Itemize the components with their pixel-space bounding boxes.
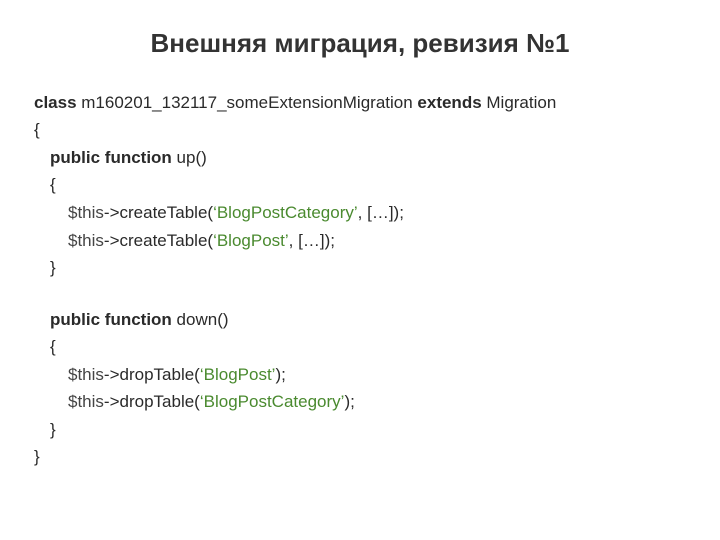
code-block: class m160201_132117_someExtensionMigrat… [34, 89, 686, 471]
blank-line [34, 282, 686, 306]
code-line: public function down() [50, 306, 686, 334]
code-line: } [50, 416, 686, 444]
code-line: { [34, 116, 686, 144]
function-name-down: down() [172, 310, 229, 329]
string-literal: ‘BlogPostCategory’ [213, 203, 358, 222]
code-line: { [50, 171, 686, 199]
rest-args: , […]); [289, 231, 335, 250]
slide-title: Внешняя миграция, ревизия №1 [34, 22, 686, 65]
code-line: { [50, 333, 686, 361]
keyword-class: class [34, 93, 77, 112]
close-paren: ); [344, 392, 354, 411]
method-dropTable: ->dropTable( [104, 392, 200, 411]
close-paren: ); [275, 365, 285, 384]
var-this: $this [68, 392, 104, 411]
code-line: class m160201_132117_someExtensionMigrat… [34, 89, 686, 117]
extends-name: Migration [482, 93, 557, 112]
method-createTable: ->createTable( [104, 231, 213, 250]
code-line: } [34, 443, 686, 471]
code-line: $this->dropTable(‘BlogPostCategory’); [68, 388, 686, 416]
string-literal: ‘BlogPost’ [200, 365, 276, 384]
code-line: $this->createTable(‘BlogPost’, […]); [68, 227, 686, 255]
string-literal: ‘BlogPost’ [213, 231, 289, 250]
keyword-public-function: public function [50, 148, 172, 167]
rest-args: , […]); [358, 203, 404, 222]
var-this: $this [68, 365, 104, 384]
method-dropTable: ->dropTable( [104, 365, 200, 384]
function-name-up: up() [172, 148, 207, 167]
class-name: m160201_132117_someExtensionMigration [77, 93, 418, 112]
method-createTable: ->createTable( [104, 203, 213, 222]
code-line: $this->createTable(‘BlogPostCategory’, [… [68, 199, 686, 227]
var-this: $this [68, 203, 104, 222]
code-line: $this->dropTable(‘BlogPost’); [68, 361, 686, 389]
keyword-extends: extends [417, 93, 481, 112]
var-this: $this [68, 231, 104, 250]
string-literal: ‘BlogPostCategory’ [200, 392, 345, 411]
keyword-public-function: public function [50, 310, 172, 329]
code-line: } [50, 254, 686, 282]
code-line: public function up() [50, 144, 686, 172]
